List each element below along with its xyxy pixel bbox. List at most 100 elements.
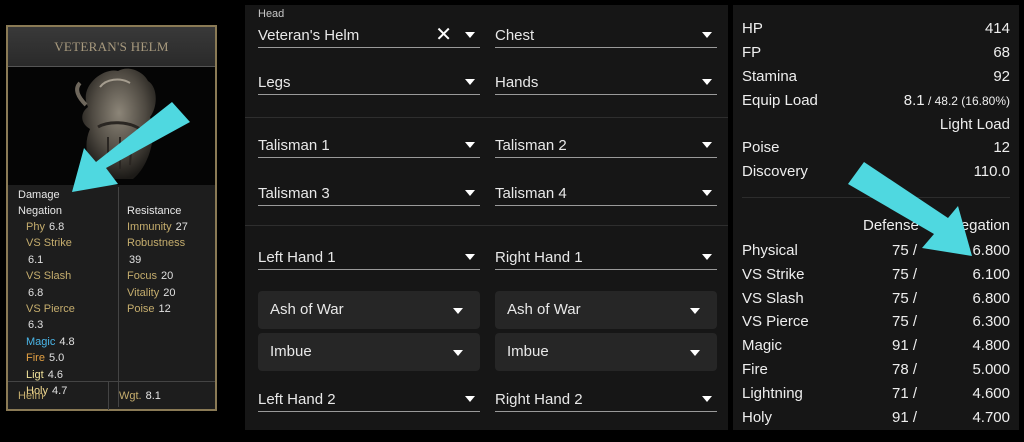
chevron-down-icon[interactable] — [702, 396, 712, 402]
talisman-2-select[interactable]: Talisman 2 — [495, 132, 717, 158]
stat-value: 12 — [158, 303, 171, 316]
defense-negation: 4.700 — [972, 408, 1010, 426]
stat-value: 20 — [163, 286, 176, 299]
fp-value: 68 — [993, 44, 1010, 61]
left-hand-2-select[interactable]: Left Hand 2 — [258, 386, 480, 412]
hp-label: HP — [742, 20, 763, 37]
left-hand-1-placeholder: Left Hand 1 — [258, 249, 336, 266]
negation-stat: Fire 5.0 — [18, 350, 118, 366]
discovery-row: Discovery 110.0 — [742, 163, 1010, 183]
stamina-row: Stamina 92 — [742, 68, 1010, 88]
resistance-stat: Immunity 27 — [127, 219, 213, 235]
chevron-down-icon[interactable] — [690, 350, 700, 356]
legs-placeholder: Legs — [258, 74, 291, 91]
chevron-down-icon[interactable] — [690, 308, 700, 314]
chevron-down-icon[interactable] — [453, 350, 463, 356]
legs-select[interactable]: Legs — [258, 69, 480, 95]
defense-row: Fire 78 / 5.000 — [742, 361, 1010, 381]
defense-row: VS Strike 75 / 6.100 — [742, 266, 1010, 286]
resistance-stat: Robustness — [127, 235, 213, 251]
item-card: VETERAN'S HELM Damage Negation Phy 6.8 VS … — [6, 25, 217, 411]
chevron-down-icon[interactable] — [702, 190, 712, 196]
resistance-stat: 39 — [127, 252, 213, 268]
talisman-4-select[interactable]: Talisman 4 — [495, 180, 717, 206]
chevron-down-icon[interactable] — [465, 396, 475, 402]
imbue-right-select[interactable]: Imbue — [495, 333, 717, 371]
clear-icon[interactable]: ✕ — [435, 25, 452, 45]
weight-label: Wgt. — [119, 389, 142, 402]
resistance-stat: Focus 20 — [127, 268, 213, 284]
equip-load-label: Equip Load — [742, 92, 818, 109]
stat-value: 4.6 — [47, 368, 64, 381]
stat-value: 6.3 — [28, 319, 44, 332]
chevron-down-icon[interactable] — [465, 254, 475, 260]
helm-image — [8, 67, 215, 185]
stat-value: 6.8 — [48, 221, 65, 233]
hp-row: HP 414 — [742, 20, 1010, 40]
defense-defense: 75 / — [892, 313, 918, 331]
stat-name: Poise — [127, 303, 155, 316]
right-hand-1-placeholder: Right Hand 1 — [495, 249, 583, 266]
stat-name: Fire — [26, 352, 45, 365]
poise-label: Poise — [742, 139, 780, 156]
chevron-down-icon[interactable] — [465, 79, 475, 85]
divider — [245, 117, 728, 118]
head-value: Veteran's Helm — [258, 27, 360, 44]
negation-stat: VS Slash — [18, 268, 118, 284]
item-footer: Helm Wgt. 8.1 — [8, 381, 215, 410]
chevron-down-icon[interactable] — [465, 190, 475, 196]
defense-defense: 75 / — [892, 242, 918, 259]
defense-name: Magic — [742, 337, 783, 355]
equipment-panel: Head Veteran's Helm ✕ Chest Legs Hands T… — [245, 5, 728, 430]
equip-load-value: 8.1 — [903, 92, 925, 109]
right-hand-2-placeholder: Right Hand 2 — [495, 391, 583, 408]
right-hand-2-select[interactable]: Right Hand 2 — [495, 386, 717, 412]
negation-stat: 6.3 — [18, 317, 118, 333]
chevron-down-icon[interactable] — [465, 142, 475, 148]
talisman-3-select[interactable]: Talisman 3 — [258, 180, 480, 206]
item-type: Helm — [18, 389, 44, 402]
chevron-down-icon[interactable] — [702, 142, 712, 148]
negation-stat: 6.8 — [18, 285, 118, 301]
hands-select[interactable]: Hands — [495, 69, 717, 95]
ash-of-war-right-select[interactable]: Ash of War — [495, 291, 717, 329]
negation-stat: VS Strike — [18, 235, 118, 251]
chevron-down-icon[interactable] — [702, 79, 712, 85]
stat-name: VS Strike — [26, 237, 72, 250]
negation-label: Negation — [18, 205, 63, 217]
right-hand-1-select[interactable]: Right Hand 1 — [495, 244, 717, 270]
item-stats: Damage Negation Phy 6.8 VS Strike 6.1 VS Sla… — [8, 187, 215, 407]
fp-label: FP — [742, 44, 762, 61]
defense-negation: 6.100 — [972, 265, 1010, 283]
ash-of-war-left-select[interactable]: Ash of War — [258, 291, 480, 329]
negation-stat: 6.1 — [18, 252, 118, 268]
resistance-stat: Poise 12 — [127, 301, 213, 317]
chevron-down-icon[interactable] — [702, 254, 712, 260]
damage-label: Damage — [18, 189, 60, 201]
left-hand-1-select[interactable]: Left Hand 1 — [258, 244, 480, 270]
resistance-label: Resistance — [127, 205, 182, 217]
chest-select[interactable]: Chest — [495, 22, 717, 48]
chevron-down-icon[interactable] — [465, 32, 475, 38]
imbue-left-select[interactable]: Imbue — [258, 333, 480, 371]
chevron-down-icon[interactable] — [702, 32, 712, 38]
left-hand-2-placeholder: Left Hand 2 — [258, 391, 336, 408]
stats-panel: HP 414 FP 68 Stamina 92 Equip Load 8.1 /… — [733, 5, 1019, 430]
talisman-1-select[interactable]: Talisman 1 — [258, 132, 480, 158]
stat-name: Focus — [127, 270, 157, 283]
hp-value: 414 — [984, 20, 1010, 37]
load-class-row: Light Load — [742, 116, 1010, 136]
ash-of-war-right-placeholder: Ash of War — [507, 301, 581, 318]
defense-defense: 75 / — [892, 265, 918, 283]
resistance-column: . Resistance Immunity27Robustness39Focus… — [118, 187, 213, 407]
chevron-down-icon[interactable] — [453, 308, 463, 314]
defense-negation: 6.800 — [972, 242, 1010, 259]
defense-negation: 5.000 — [972, 361, 1010, 378]
stat-value: 6.8 — [28, 286, 44, 299]
stamina-label: Stamina — [742, 68, 798, 85]
defense-defense: 75 / — [892, 289, 918, 307]
defense-negation: 6.800 — [972, 289, 1010, 307]
head-select[interactable]: Head Veteran's Helm ✕ — [258, 8, 480, 48]
divider — [245, 225, 728, 226]
defense-name: Physical — [742, 242, 798, 259]
